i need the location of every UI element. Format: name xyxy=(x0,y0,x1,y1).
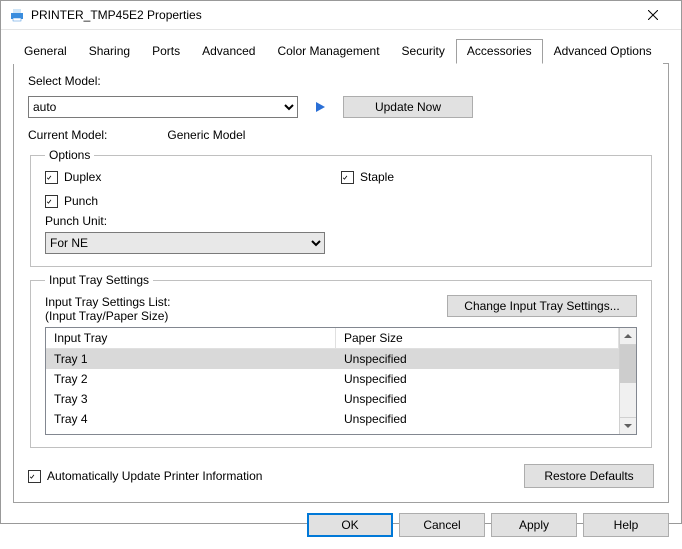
select-model-label: Select Model: xyxy=(28,74,654,88)
auto-update-checkbox[interactable]: Automatically Update Printer Information xyxy=(28,469,262,483)
tab-general[interactable]: General xyxy=(13,39,78,64)
checkbox-icon xyxy=(341,171,354,184)
window-title: PRINTER_TMP45E2 Properties xyxy=(31,8,633,22)
tab-ports[interactable]: Ports xyxy=(141,39,191,64)
ok-button[interactable]: OK xyxy=(307,513,393,537)
model-select[interactable]: auto xyxy=(28,96,298,118)
chevron-up-icon xyxy=(624,334,632,338)
checkbox-icon xyxy=(45,195,58,208)
tab-sharing[interactable]: Sharing xyxy=(78,39,141,64)
punch-checkbox[interactable]: Punch xyxy=(45,194,341,208)
play-icon[interactable] xyxy=(316,102,325,112)
scroll-thumb[interactable] xyxy=(620,345,636,383)
table-row[interactable]: Tray 1Unspecified xyxy=(46,349,619,369)
content-area: GeneralSharingPortsAdvancedColor Managem… xyxy=(1,30,681,513)
tab-color-management[interactable]: Color Management xyxy=(266,39,390,64)
options-legend: Options xyxy=(45,148,94,162)
tray-list-label: Input Tray Settings List: xyxy=(45,295,437,309)
tab-advanced[interactable]: Advanced xyxy=(191,39,266,64)
chevron-down-icon xyxy=(624,424,632,428)
accessories-panel: Select Model: auto Update Now Current Mo… xyxy=(13,64,669,503)
restore-defaults-button[interactable]: Restore Defaults xyxy=(524,464,654,488)
tray-list-sublabel: (Input Tray/Paper Size) xyxy=(45,309,437,323)
col-input-tray[interactable]: Input Tray xyxy=(46,328,336,348)
properties-window: PRINTER_TMP45E2 Properties GeneralSharin… xyxy=(0,0,682,524)
printer-icon xyxy=(9,7,25,23)
punch-unit-select[interactable]: For NE xyxy=(45,232,325,254)
col-paper-size[interactable]: Paper Size xyxy=(336,328,619,348)
apply-button[interactable]: Apply xyxy=(491,513,577,537)
close-icon xyxy=(648,10,658,20)
options-group: Options Duplex Punch xyxy=(30,148,652,267)
update-now-button[interactable]: Update Now xyxy=(343,96,473,118)
tray-table: Input Tray Paper Size Tray 1UnspecifiedT… xyxy=(45,327,637,435)
tab-security[interactable]: Security xyxy=(391,39,456,64)
titlebar: PRINTER_TMP45E2 Properties xyxy=(1,1,681,30)
tab-advanced-options[interactable]: Advanced Options xyxy=(543,39,663,64)
table-header: Input Tray Paper Size xyxy=(46,328,619,349)
help-button[interactable]: Help xyxy=(583,513,669,537)
checkbox-icon xyxy=(45,171,58,184)
scroll-up-button[interactable] xyxy=(620,328,636,345)
cancel-button[interactable]: Cancel xyxy=(399,513,485,537)
table-row[interactable]: Tray 5Unspecified xyxy=(46,429,619,434)
input-tray-group: Input Tray Settings Input Tray Settings … xyxy=(30,273,652,448)
input-tray-legend: Input Tray Settings xyxy=(45,273,153,287)
scroll-down-button[interactable] xyxy=(620,417,636,434)
change-tray-button[interactable]: Change Input Tray Settings... xyxy=(447,295,637,317)
punch-unit-label: Punch Unit: xyxy=(45,214,637,228)
duplex-checkbox[interactable]: Duplex xyxy=(45,170,341,184)
dialog-buttons: OK Cancel Apply Help xyxy=(1,513,681,549)
scrollbar[interactable] xyxy=(619,328,636,434)
current-model-value: Generic Model xyxy=(167,128,245,142)
table-row[interactable]: Tray 3Unspecified xyxy=(46,389,619,409)
table-row[interactable]: Tray 2Unspecified xyxy=(46,369,619,389)
current-model-label: Current Model: xyxy=(28,128,107,142)
tab-strip: GeneralSharingPortsAdvancedColor Managem… xyxy=(13,38,669,64)
table-row[interactable]: Tray 4Unspecified xyxy=(46,409,619,429)
tab-accessories[interactable]: Accessories xyxy=(456,39,543,64)
checkbox-icon xyxy=(28,470,41,483)
close-button[interactable] xyxy=(633,1,673,29)
staple-checkbox[interactable]: Staple xyxy=(341,170,637,184)
